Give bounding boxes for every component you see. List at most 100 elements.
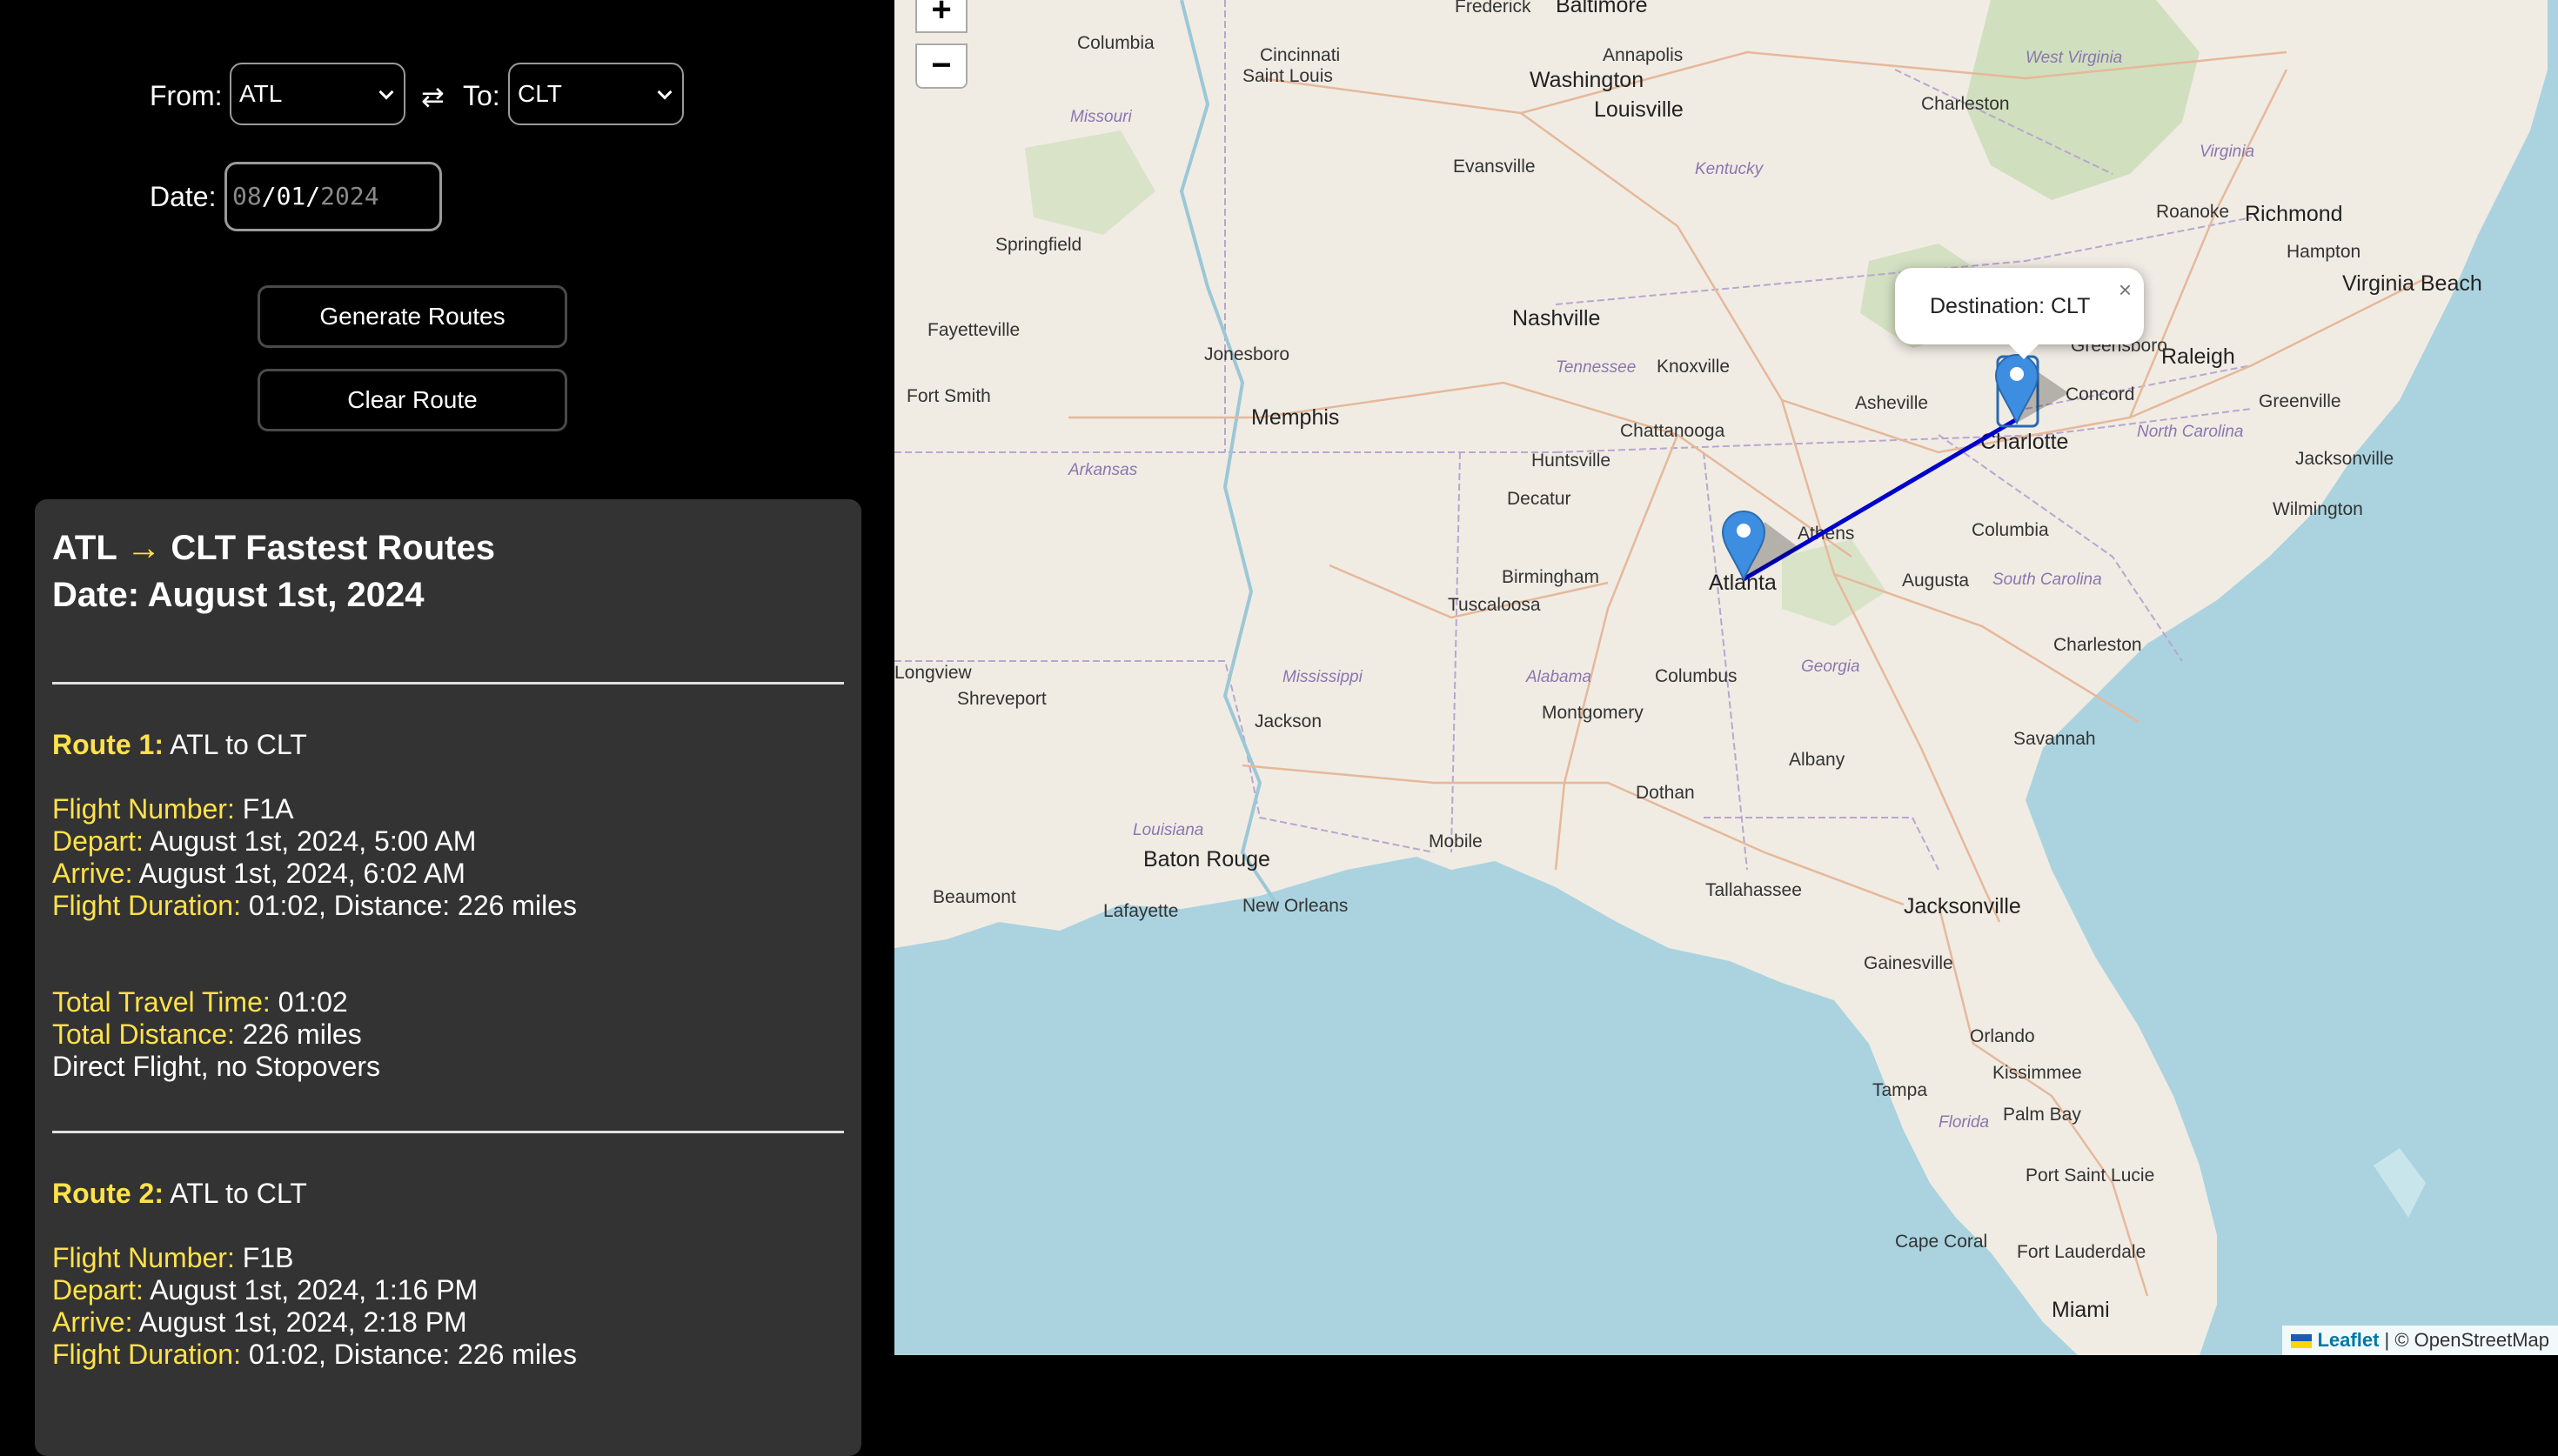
date-label: Date: <box>150 181 217 212</box>
flight-number-value: F1A <box>242 793 294 825</box>
date-input[interactable]: 08/01/2024 <box>224 162 442 231</box>
map-label: Richmond <box>2245 202 2343 226</box>
map-label: Asheville <box>1855 393 1928 413</box>
map-label: Jacksonville <box>1904 894 2021 918</box>
duration-label: Flight Duration: <box>52 1339 241 1370</box>
chevron-down-icon <box>378 84 394 100</box>
destination-popup: Destination: CLT × <box>1895 268 2144 359</box>
map-label: Montgomery <box>1542 703 1644 723</box>
depart-line: Depart: August 1st, 2024, 1:16 PM <box>52 1274 478 1306</box>
map-label: Wilmington <box>2273 499 2363 519</box>
flight-number-label: Flight Number: <box>52 793 235 825</box>
map-label: Gainesville <box>1864 953 1953 973</box>
map-label: Miami <box>2052 1298 2110 1322</box>
map-label: Knoxville <box>1657 357 1730 377</box>
map-attribution: Leaflet | © OpenStreetMap <box>2282 1326 2558 1355</box>
route-heading: Route 1: ATL to CLT <box>52 729 307 761</box>
arrow-icon: → <box>126 529 162 567</box>
results-title-origin: ATL <box>52 529 117 567</box>
duration-line: Flight Duration: 01:02, Distance: 226 mi… <box>52 1339 577 1371</box>
map-label: Tuscaloosa <box>1448 595 1541 615</box>
map-label: Hampton <box>2287 242 2360 262</box>
zoom-out-button[interactable]: − <box>915 43 968 89</box>
flight-number-line: Flight Number: F1A <box>52 793 293 825</box>
forest <box>1025 130 1155 235</box>
map-label: Orlando <box>1970 1026 2035 1046</box>
map-label: Mississippi <box>1282 668 1363 686</box>
map-label: Virginia <box>2200 143 2254 161</box>
map-label: Concord <box>2066 384 2134 404</box>
map-label: Raleigh <box>2161 344 2235 369</box>
generate-routes-button[interactable]: Generate Routes <box>258 285 567 348</box>
map-label: Greenville <box>2259 391 2341 411</box>
swap-icon[interactable]: ⇄ <box>421 80 445 113</box>
map-label: Memphis <box>1251 405 1339 430</box>
results-title: ATL → CLT Fastest Routes <box>52 529 495 568</box>
map-label: Roanoke <box>2156 202 2229 222</box>
map-label: West Virginia <box>2026 49 2122 67</box>
depart-value: August 1st, 2024, 5:00 AM <box>150 825 477 857</box>
map-label: Columbia <box>1972 520 2049 540</box>
from-select[interactable]: ATL <box>230 63 405 125</box>
duration-value: 01:02, Distance: 226 miles <box>248 890 577 921</box>
destination-marker-icon[interactable] <box>1994 354 2069 428</box>
arrive-line: Arrive: August 1st, 2024, 6:02 AM <box>52 858 465 890</box>
depart-value: August 1st, 2024, 1:16 PM <box>150 1274 479 1306</box>
arrive-value: August 1st, 2024, 2:18 PM <box>138 1306 467 1338</box>
map-label: Lafayette <box>1103 901 1178 921</box>
map-label: Arkansas <box>1068 461 1138 479</box>
flight-number-value: F1B <box>242 1242 294 1273</box>
total-time-line: Total Travel Time: 01:02 <box>52 986 348 1019</box>
date-separator: / <box>261 182 277 210</box>
arrive-line: Arrive: August 1st, 2024, 2:18 PM <box>52 1306 467 1339</box>
map-label: Charleston <box>1921 94 2010 114</box>
to-label: To: <box>463 80 500 111</box>
depart-line: Depart: August 1st, 2024, 5:00 AM <box>52 825 476 858</box>
map-label: Baton Rouge <box>1143 847 1270 872</box>
map-label: Jacksonville <box>2295 449 2394 469</box>
clear-route-button[interactable]: Clear Route <box>258 369 567 431</box>
close-icon[interactable]: × <box>2119 277 2132 304</box>
map-label: Columbus <box>1655 666 1738 686</box>
map-label: Kentucky <box>1695 160 1764 178</box>
map-label: Savannah <box>2013 729 2096 749</box>
flight-number-label: Flight Number: <box>52 1242 235 1273</box>
map-label: Albany <box>1789 750 1845 770</box>
map-view[interactable]: Frederick Baltimore Annapolis Washington… <box>894 0 2558 1355</box>
forest <box>1782 539 1886 626</box>
map-label: Charleston <box>2053 635 2142 655</box>
duration-label: Flight Duration: <box>52 890 241 921</box>
route-heading: Route 2: ATL to CLT <box>52 1178 307 1210</box>
map-label: Birmingham <box>1502 567 1599 587</box>
map-label: Virginia Beach <box>2342 271 2482 296</box>
date-separator: / <box>305 182 321 210</box>
osm-attribution[interactable]: © OpenStreetMap <box>2394 1329 2549 1351</box>
map-label: Chattanooga <box>1620 421 1725 441</box>
map-label: Fort Lauderdale <box>2017 1242 2146 1262</box>
map-label: Washington <box>1530 68 1644 92</box>
total-distance-line: Total Distance: 226 miles <box>52 1019 362 1051</box>
results-title-text: CLT Fastest Routes <box>171 529 495 567</box>
arrive-value: August 1st, 2024, 6:02 AM <box>138 858 465 889</box>
results-date: Date: August 1st, 2024 <box>52 576 425 614</box>
zoom-in-button[interactable]: + <box>915 0 968 33</box>
map-label: Columbia <box>1077 33 1155 53</box>
controls-panel: From: ATL ⇄ To: CLT Date: 08/01/2024 Gen… <box>0 0 894 1456</box>
total-time-value: 01:02 <box>278 986 348 1018</box>
total-distance-value: 226 miles <box>242 1019 362 1050</box>
map-label: Baltimore <box>1556 0 1648 17</box>
duration-value: 01:02, Distance: 226 miles <box>248 1339 577 1370</box>
to-select[interactable]: CLT <box>508 63 684 125</box>
map-label: Florida <box>1939 1113 1989 1132</box>
arrive-label: Arrive: <box>52 858 133 889</box>
map-label: Saint Louis <box>1242 66 1333 86</box>
route-note: Direct Flight, no Stopovers <box>52 1051 381 1082</box>
leaflet-link[interactable]: Leaflet <box>2317 1329 2379 1351</box>
divider <box>52 682 844 685</box>
route-label: Route 1: <box>52 729 164 760</box>
route-value: ATL to CLT <box>170 729 307 760</box>
to-select-value: CLT <box>518 80 562 107</box>
map-tiles: Frederick Baltimore Annapolis Washington… <box>894 0 2558 1355</box>
map-label: Louisville <box>1594 97 1684 122</box>
map-label: Longview <box>894 663 973 683</box>
